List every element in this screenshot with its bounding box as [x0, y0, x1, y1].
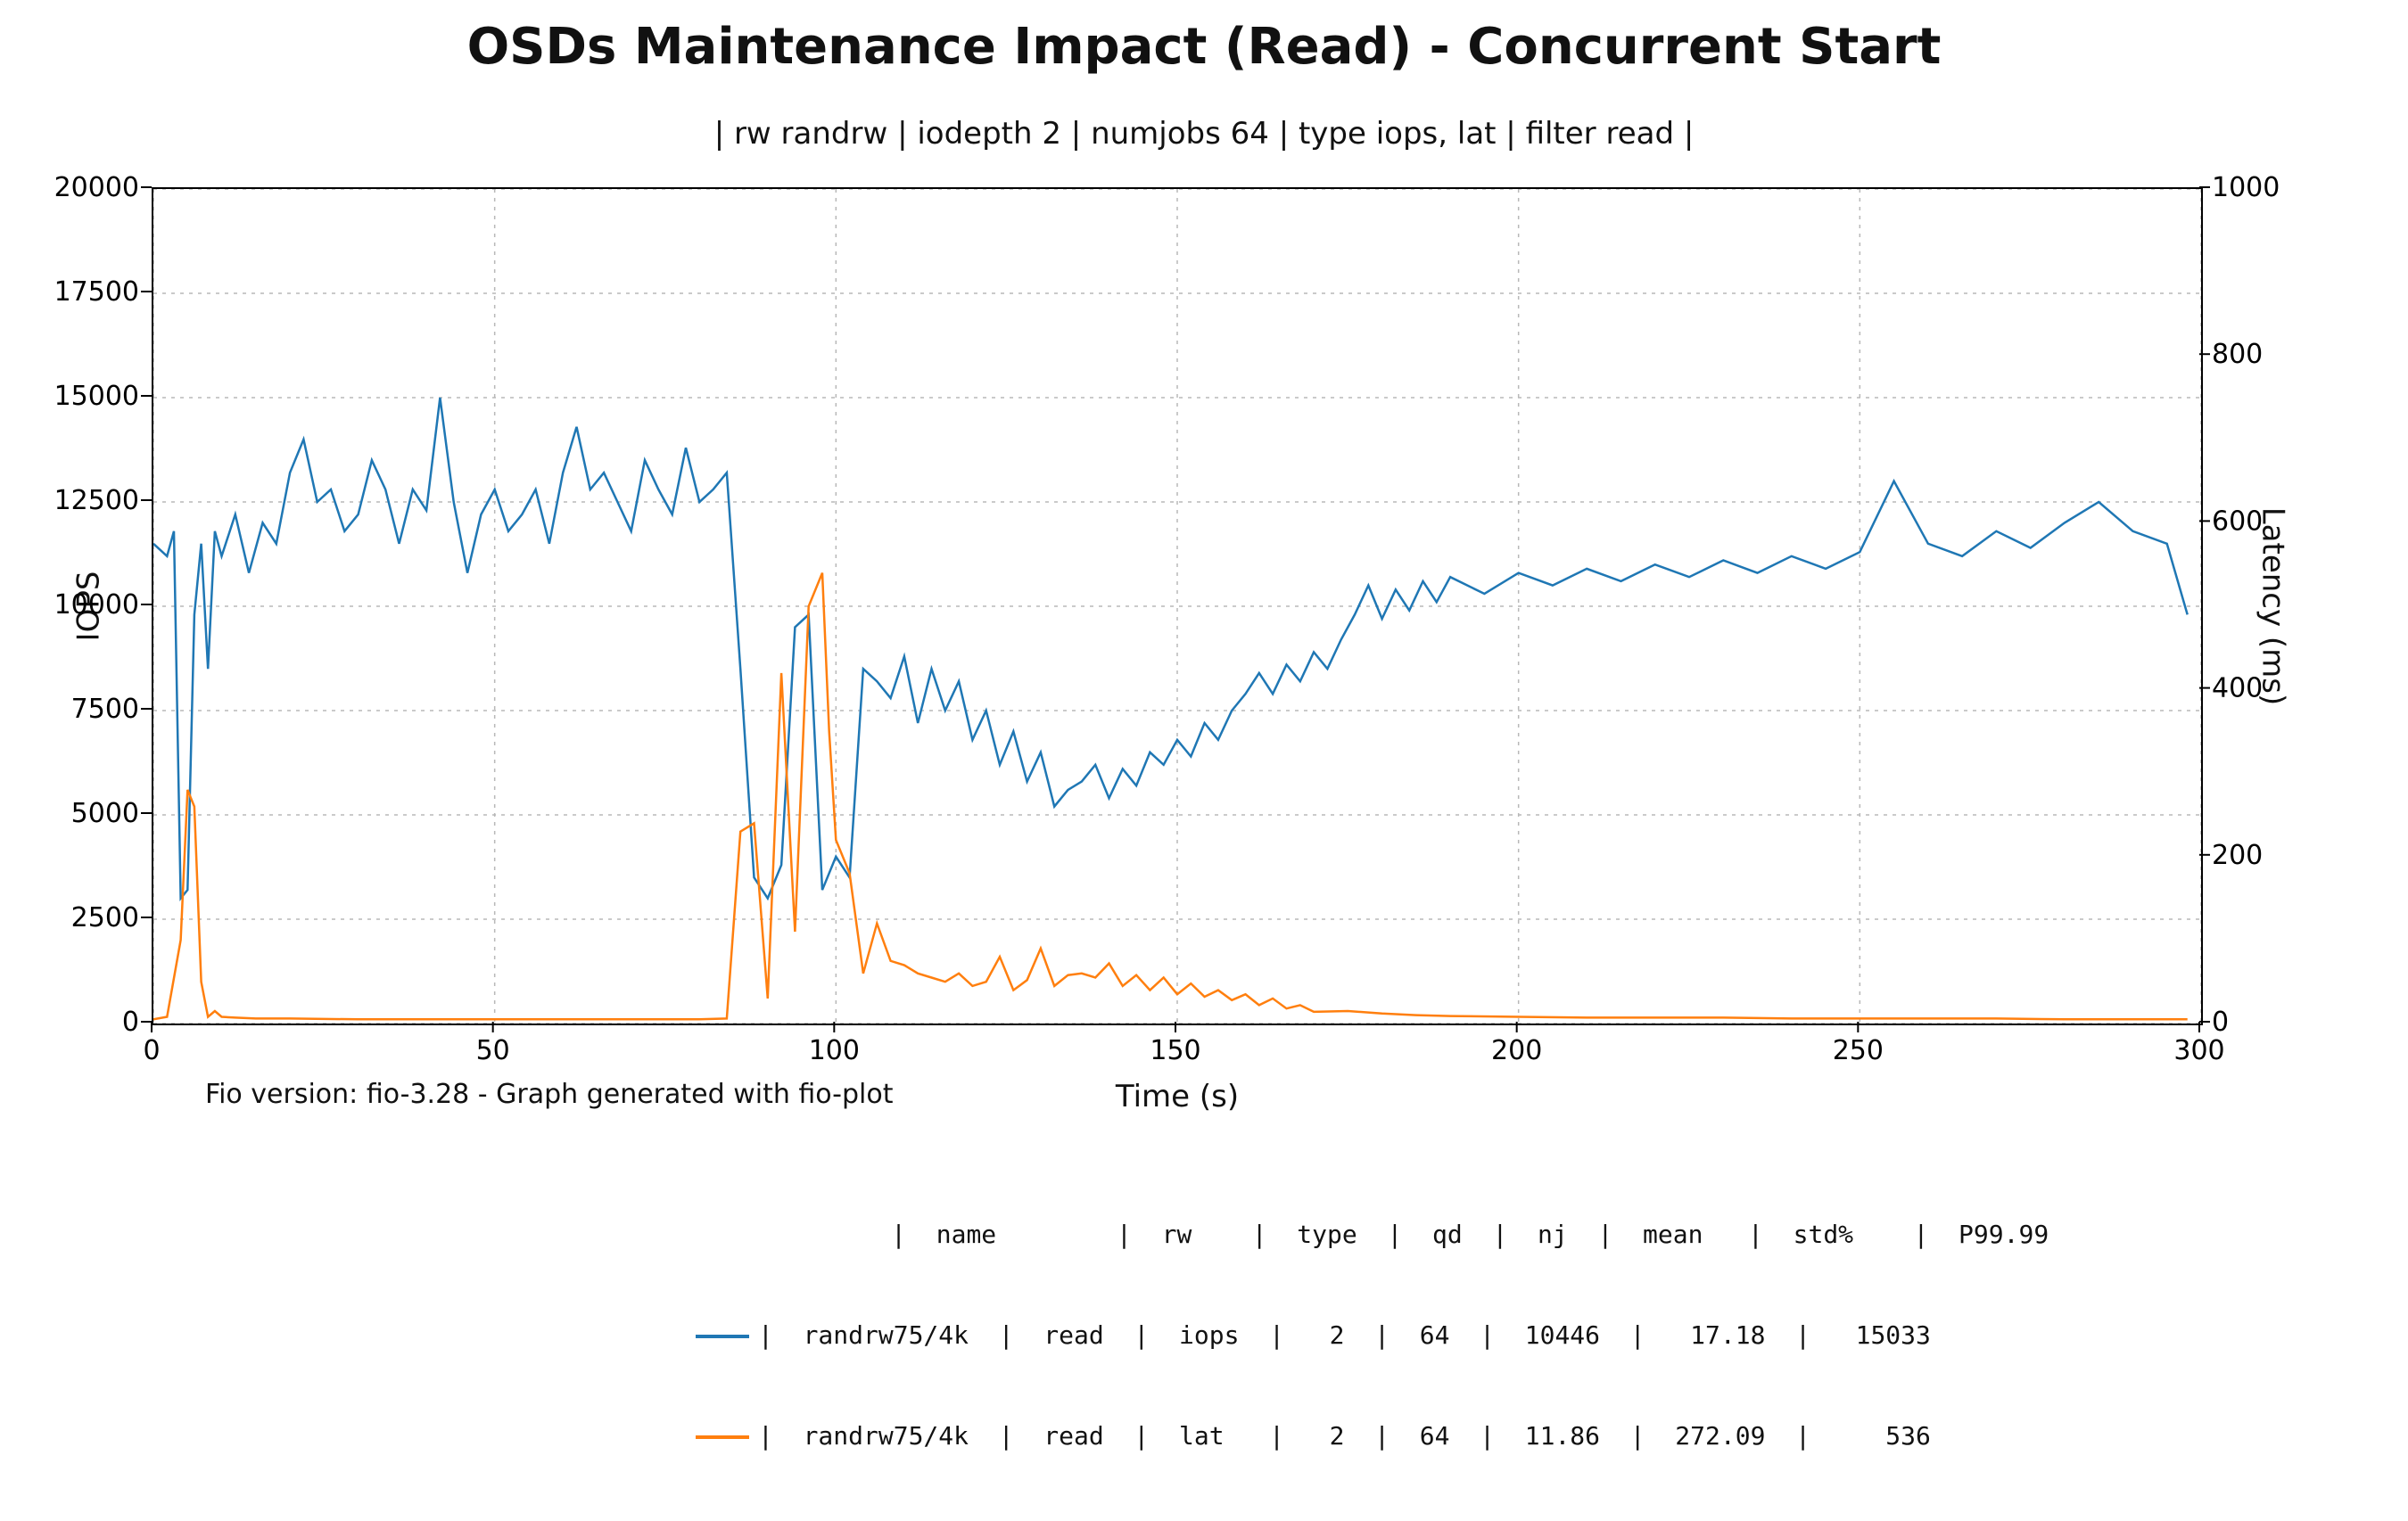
svg-text:250: 250: [1833, 1035, 1884, 1066]
legend-header: | name | rw | type | qd | nj | mean | st…: [696, 1218, 2049, 1252]
svg-text:150: 150: [1150, 1035, 1200, 1066]
plot-svg: [153, 189, 2201, 1024]
svg-text:0: 0: [143, 1035, 160, 1066]
svg-text:100: 100: [809, 1035, 860, 1066]
chart-container: { "chart_data": { "type": "line", "title…: [0, 0, 2408, 1337]
svg-text:200: 200: [1491, 1035, 1542, 1066]
y-axis-label-left: IOPS: [54, 187, 124, 1025]
legend-swatch-lat: [696, 1435, 749, 1439]
svg-text:300: 300: [2173, 1035, 2224, 1066]
series-iops: [153, 398, 2188, 899]
plot-area: [152, 187, 2203, 1025]
y-axis-label-right: Latency (ms): [2173, 187, 2372, 1025]
page-subtitle: | rw randrw | iodepth 2 | numjobs 64 | t…: [0, 116, 2408, 152]
legend-row-lat: | randrw75/4k | read | lat | 2 | 64 | 11…: [696, 1419, 2049, 1453]
svg-text:0: 0: [122, 1007, 139, 1038]
legend-row-iops: | randrw75/4k | read | iops | 2 | 64 | 1…: [696, 1319, 2049, 1352]
legend: | name | rw | type | qd | nj | mean | st…: [696, 1150, 2049, 1521]
legend-swatch-iops: [696, 1335, 749, 1338]
footer-note: Fio version: fio-3.28 - Graph generated …: [205, 1079, 894, 1110]
svg-text:50: 50: [476, 1035, 510, 1066]
page-title: OSDs Maintenance Impact (Read) - Concurr…: [0, 18, 2408, 76]
series-lat: [153, 573, 2188, 1020]
